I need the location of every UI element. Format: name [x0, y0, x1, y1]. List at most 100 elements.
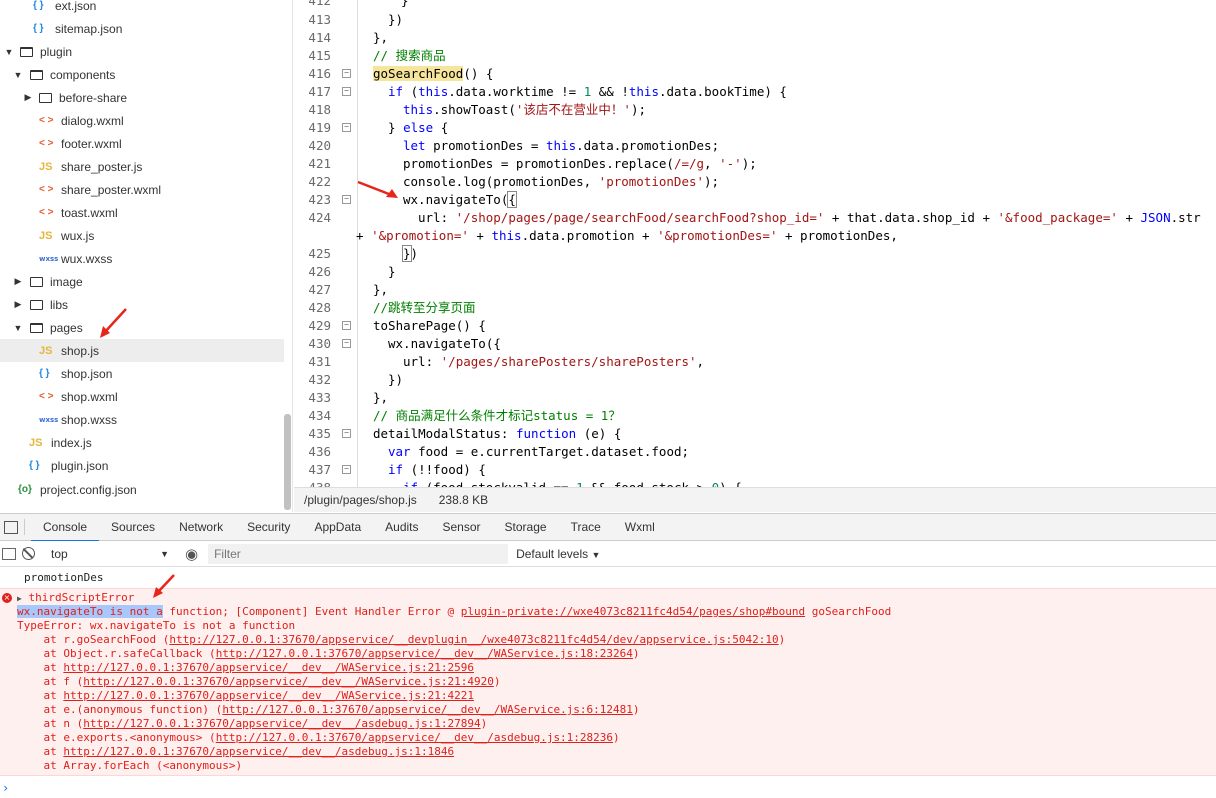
- tree-item-index-js[interactable]: JS index.js: [0, 431, 284, 454]
- stack-frame-text: ): [493, 675, 501, 688]
- dropdown-arrow-icon: ▼: [160, 548, 169, 559]
- tree-item-project-config-json[interactable]: {o} project.config.json: [0, 478, 284, 501]
- filter-input[interactable]: [208, 543, 509, 564]
- stack-frame-link[interactable]: http://127.0.0.1:37670/appservice/__dev_…: [63, 661, 474, 674]
- stack-frame-text: at Object.r.safeCallback (: [17, 647, 216, 660]
- tab-network[interactable]: Network: [167, 514, 235, 541]
- inspect-element-icon[interactable]: [4, 520, 18, 534]
- error-title[interactable]: ▶ thirdScriptError: [17, 591, 134, 605]
- eye-icon[interactable]: ◉: [185, 545, 198, 563]
- tree-folder-components[interactable]: ▼ components: [0, 63, 284, 86]
- json-icon: { }: [33, 23, 44, 34]
- line-number: 419: [308, 120, 331, 135]
- tab-appdata[interactable]: AppData: [302, 514, 373, 541]
- stack-frame-link[interactable]: http://127.0.0.1:37670/appservice/__dev_…: [63, 689, 474, 702]
- fold-toggle-icon[interactable]: −: [342, 87, 351, 96]
- code-line: 418 this.showToast('该店不在营业中！');: [294, 101, 1216, 119]
- code-line: 427},: [294, 281, 1216, 299]
- tree-item-plugin-json[interactable]: { } plugin.json: [0, 454, 284, 477]
- json-icon: { }: [39, 368, 50, 379]
- stack-frame-link[interactable]: http://127.0.0.1:37670/appservice/__dev_…: [83, 717, 480, 730]
- source-link[interactable]: plugin-private://wxe4073c8211fc4d54/page…: [461, 605, 805, 618]
- code-line: 417− if (this.data.worktime != 1 && !this…: [294, 83, 1216, 101]
- tree-item-share-poster-js[interactable]: JS share_poster.js: [0, 155, 284, 178]
- code-editor[interactable]: 412} 413}) 414}, 415// 搜索商品 416− goSearch…: [294, 0, 1216, 487]
- line-number: 432: [308, 372, 331, 387]
- stack-frame-link[interactable]: http://127.0.0.1:37670/appservice/__dev_…: [216, 731, 613, 744]
- tab-sources[interactable]: Sources: [99, 514, 167, 541]
- tab-audits[interactable]: Audits: [373, 514, 430, 541]
- console-sidebar-icon[interactable]: [2, 547, 16, 560]
- tree-item-ext-json[interactable]: { } ext.json: [0, 0, 284, 17]
- clear-console-icon[interactable]: [22, 547, 35, 560]
- tree-item-share-poster-wxml[interactable]: < > share_poster.wxml: [0, 178, 284, 201]
- tree-folder-before-share[interactable]: ▶ before-share: [0, 86, 284, 109]
- tree-item-wux-wxss[interactable]: wxss wux.wxss: [0, 247, 284, 270]
- stack-frame: at e.(anonymous function) (http://127.0.…: [17, 703, 639, 717]
- stack-frame-link[interactable]: http://127.0.0.1:37670/appservice/__devp…: [169, 633, 778, 646]
- stack-frame-text: at f (: [17, 675, 84, 688]
- line-number: 420: [308, 138, 331, 153]
- tree-item-shop-js[interactable]: JS shop.js: [0, 339, 284, 362]
- tree-item-shop-wxss[interactable]: wxss shop.wxss: [0, 408, 284, 431]
- console-prompt[interactable]: ›: [2, 781, 9, 795]
- error-text: goSearchFood: [805, 605, 892, 618]
- stack-frame-text: at e.exports.<anonymous> (: [17, 731, 216, 744]
- tree-folder-image[interactable]: ▶ image: [0, 270, 284, 293]
- tree-item-label: sitemap.json: [55, 21, 123, 36]
- line-number: 414: [308, 30, 331, 45]
- stack-frame: at n (http://127.0.0.1:37670/appservice/…: [17, 717, 487, 731]
- fold-toggle-icon[interactable]: −: [342, 321, 351, 330]
- line-number: 415: [308, 48, 331, 63]
- js-icon: JS: [39, 229, 53, 242]
- tree-item-shop-wxml[interactable]: < > shop.wxml: [0, 385, 284, 408]
- tab-sensor[interactable]: Sensor: [431, 514, 493, 541]
- stack-frame: at f (http://127.0.0.1:37670/appservice/…: [17, 675, 500, 689]
- tree-item-dialog-wxml[interactable]: < > dialog.wxml: [0, 109, 284, 132]
- fold-toggle-icon[interactable]: −: [342, 339, 351, 348]
- js-icon: JS: [29, 436, 43, 449]
- tab-wxml[interactable]: Wxml: [613, 514, 667, 541]
- code-line: 423− wx.navigateTo({: [294, 191, 1216, 209]
- tree-folder-plugin[interactable]: ▼ plugin: [0, 40, 284, 63]
- log-levels-select[interactable]: Default levels ▼: [516, 547, 600, 561]
- stack-frame-link[interactable]: http://127.0.0.1:37670/appservice/__dev_…: [83, 675, 494, 688]
- tree-item-shop-json[interactable]: { } shop.json: [0, 362, 284, 385]
- code-line: 433},: [294, 389, 1216, 407]
- expand-arrow-icon: ▶: [17, 594, 22, 603]
- stack-frame-link[interactable]: http://127.0.0.1:37670/appservice/__dev_…: [222, 703, 633, 716]
- tree-item-toast-wxml[interactable]: < > toast.wxml: [0, 201, 284, 224]
- code-line: 419−} else {: [294, 119, 1216, 137]
- tree-item-label: shop.wxml: [61, 389, 118, 404]
- sidebar-scrollbar[interactable]: [284, 414, 291, 510]
- console-output[interactable]: promotionDes × ▶ thirdScriptError wx.nav…: [0, 567, 1216, 798]
- wxml-icon: < >: [39, 184, 54, 195]
- tree-folder-libs[interactable]: ▶ libs: [0, 293, 284, 316]
- tree-item-footer-wxml[interactable]: < > footer.wxml: [0, 132, 284, 155]
- fold-toggle-icon[interactable]: −: [342, 195, 351, 204]
- folder-icon: [30, 299, 43, 310]
- fold-toggle-icon[interactable]: −: [342, 123, 351, 132]
- chevron-down-icon: ▼: [4, 46, 14, 57]
- tab-trace[interactable]: Trace: [559, 514, 613, 541]
- fold-toggle-icon[interactable]: −: [342, 429, 351, 438]
- stack-frame-link[interactable]: http://127.0.0.1:37670/appservice/__dev_…: [63, 745, 454, 758]
- tab-console[interactable]: Console: [31, 514, 100, 542]
- fold-toggle-icon[interactable]: −: [342, 69, 351, 78]
- tree-item-wux-js[interactable]: JS wux.js: [0, 224, 284, 247]
- tab-storage[interactable]: Storage: [493, 514, 559, 541]
- tree-item-label: shop.js: [61, 343, 100, 358]
- tree-item-label: dialog.wxml: [61, 113, 124, 128]
- line-number: 438: [294, 479, 331, 487]
- tree-item-label: wux.js: [61, 228, 95, 243]
- fold-toggle-icon[interactable]: −: [342, 465, 351, 474]
- line-number: 422: [308, 174, 331, 189]
- context-select[interactable]: top ▼: [45, 544, 173, 564]
- tab-security[interactable]: Security: [235, 514, 302, 541]
- tree-item-sitemap-json[interactable]: { } sitemap.json: [0, 17, 284, 40]
- stack-frame-link[interactable]: http://127.0.0.1:37670/appservice/__dev_…: [216, 647, 633, 660]
- stack-frame: at e.exports.<anonymous> (http://127.0.0…: [17, 731, 619, 745]
- wxml-icon: < >: [39, 115, 54, 126]
- tree-folder-pages[interactable]: ▼ pages: [0, 316, 284, 339]
- json-icon: { }: [29, 460, 40, 471]
